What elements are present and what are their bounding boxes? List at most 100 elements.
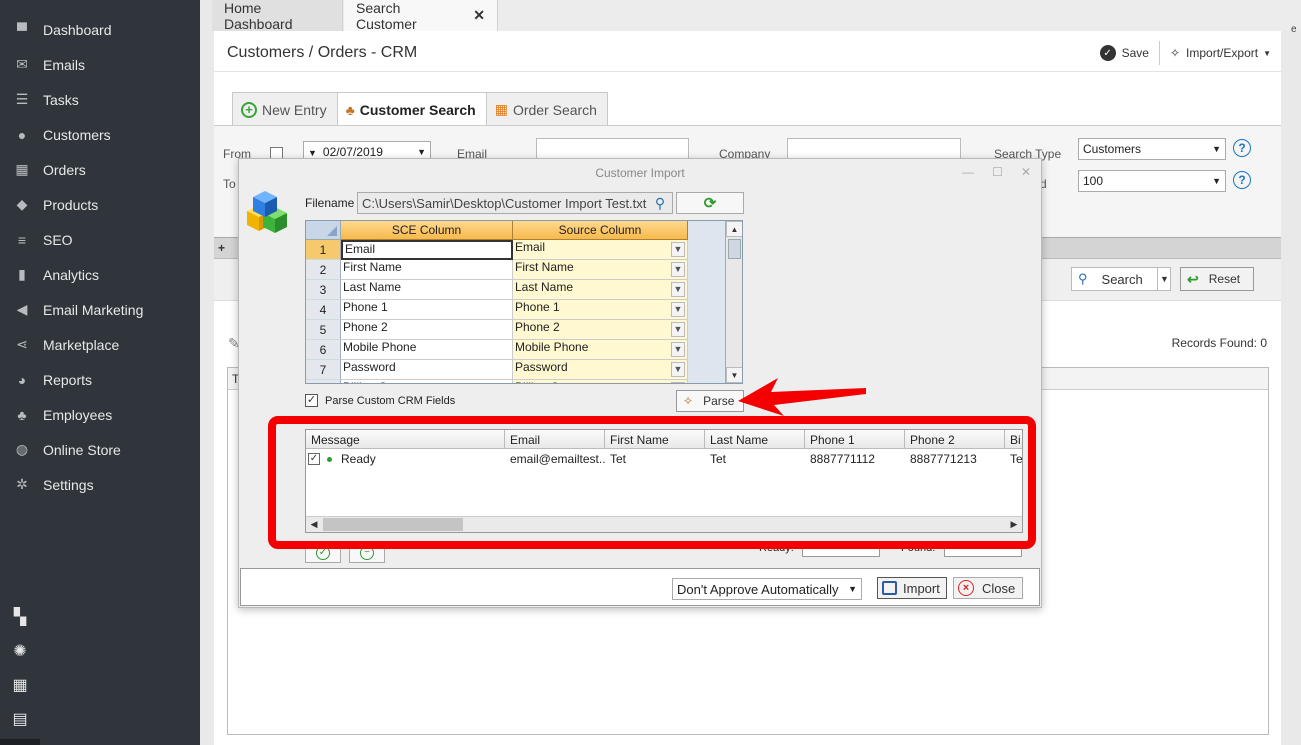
- sidebar-item-emails[interactable]: ✉ Emails: [0, 47, 200, 82]
- calendar-icon[interactable]: ▤: [0, 702, 40, 736]
- tab-home-dashboard[interactable]: Home Dashboard: [212, 0, 343, 32]
- source-column-cell[interactable]: Last Name ▼: [513, 280, 688, 300]
- close-circle-icon: ×: [958, 580, 974, 596]
- mapping-row[interactable]: 3 Last Name Last Name ▼: [306, 280, 688, 300]
- parse-custom-checkbox[interactable]: ✓: [305, 394, 318, 407]
- source-column-cell[interactable]: Password ▼: [513, 360, 688, 380]
- check-circle-icon: ✓: [1099, 45, 1116, 61]
- source-column-cell[interactable]: Phone 1 ▼: [513, 300, 688, 320]
- sce-column-cell[interactable]: Last Name: [341, 280, 513, 300]
- chevron-down-icon[interactable]: ▼: [671, 282, 685, 297]
- sidebar-item-products[interactable]: ◆ Products: [0, 187, 200, 222]
- mapping-row[interactable]: 5 Phone 2 Phone 2 ▼: [306, 320, 688, 340]
- close-icon[interactable]: ✕: [1021, 165, 1031, 179]
- row-number: 8: [306, 380, 341, 383]
- mapping-row[interactable]: 4 Phone 1 Phone 1 ▼: [306, 300, 688, 320]
- mapping-row[interactable]: 8Billing CompanyBilling Company▼: [306, 380, 688, 383]
- subtab-label: Customer Search: [359, 101, 476, 118]
- browse-search-icon[interactable]: ⚲: [649, 193, 671, 213]
- import-export-button[interactable]: ✧ Import/Export ▼: [1162, 44, 1279, 62]
- source-column-cell[interactable]: First Name ▼: [513, 260, 688, 280]
- source-column-cell[interactable]: Phone 2 ▼: [513, 320, 688, 340]
- close-button[interactable]: × Close: [953, 577, 1023, 599]
- window-controls: — ☐ ✕: [962, 165, 1031, 179]
- expand-icon[interactable]: +: [218, 241, 225, 255]
- sidebar-item-reports[interactable]: ◕ Reports: [0, 362, 200, 397]
- mapping-row[interactable]: 2 First Name First Name ▼: [306, 260, 688, 280]
- subtab-customer-search[interactable]: ♣ Customer Search: [336, 92, 487, 126]
- import-button[interactable]: Import: [877, 577, 947, 599]
- source-column-cell[interactable]: Billing Company ▼: [513, 380, 688, 383]
- parse-button[interactable]: ✧ Parse: [676, 390, 744, 412]
- calculator-icon[interactable]: ▦: [0, 668, 40, 702]
- magic-wand-icon: ✧: [1169, 46, 1181, 60]
- search-icon: ⚲: [1078, 271, 1088, 286]
- source-column-cell[interactable]: Mobile Phone ▼: [513, 340, 688, 360]
- tab-search-customer[interactable]: Search Customer ✕: [344, 0, 498, 32]
- chevron-down-icon[interactable]: ▼: [671, 322, 685, 337]
- sce-column-cell[interactable]: Mobile Phone: [341, 340, 513, 360]
- save-label: Save: [1121, 46, 1149, 60]
- mapping-row[interactable]: 7 Password Password ▼: [306, 360, 688, 380]
- sidebar-item-analytics[interactable]: ▮ Analytics: [0, 257, 200, 292]
- sidebar-item-tasks[interactable]: ☰ Tasks: [0, 82, 200, 117]
- sidebar-item-online-store[interactable]: ◍ Online Store: [0, 432, 200, 467]
- subtab-order-search[interactable]: ▦ Order Search: [485, 92, 608, 126]
- email-field[interactable]: [536, 138, 689, 160]
- help-icon[interactable]: ?: [1233, 171, 1251, 189]
- import-label: Import: [903, 580, 940, 596]
- source-column-value: Billing Company: [515, 380, 602, 383]
- approve-mode-select[interactable]: Don't Approve Automatically ▼: [672, 578, 862, 600]
- reset-button[interactable]: ↩ Reset: [1180, 267, 1254, 291]
- sidebar-item-dashboard[interactable]: ▀ Dashboard: [0, 12, 200, 47]
- sidebar-item-employees[interactable]: ♣ Employees: [0, 397, 200, 432]
- sidebar-item-customers[interactable]: ● Customers: [0, 117, 200, 152]
- source-column-cell[interactable]: Email ▼: [513, 240, 688, 260]
- chevron-down-icon[interactable]: ▼: [671, 302, 685, 317]
- search-type-select[interactable]: Customers ▼: [1078, 138, 1226, 160]
- filename-field[interactable]: C:\Users\Samir\Desktop\Customer Import T…: [357, 192, 673, 214]
- chevron-down-icon[interactable]: ▼: [671, 382, 685, 383]
- chevron-down-icon[interactable]: ▼: [671, 342, 685, 357]
- source-column-value: Phone 1: [515, 300, 560, 314]
- mapping-row[interactable]: 6 Mobile Phone Mobile Phone ▼: [306, 340, 688, 360]
- refresh-button[interactable]: ⟳: [676, 192, 744, 214]
- search-button[interactable]: ⚲ Search: [1071, 267, 1171, 291]
- scrollbar-thumb[interactable]: [728, 239, 741, 259]
- chevron-down-icon[interactable]: ▼: [671, 362, 685, 377]
- sidebar-item-orders[interactable]: ▦ Orders: [0, 152, 200, 187]
- save-button[interactable]: ✓ Save: [1092, 43, 1157, 63]
- sidebar-item-label: Analytics: [43, 266, 100, 283]
- sidebar-item-label: Settings: [43, 476, 94, 493]
- column-header-source: Source Column: [513, 221, 688, 240]
- sce-column-cell[interactable]: Password: [341, 360, 513, 380]
- subtab-new-entry[interactable]: + New Entry: [232, 92, 338, 126]
- help-icon[interactable]: ?: [1233, 139, 1251, 157]
- sidebar-item-settings[interactable]: ✲ Settings: [0, 467, 200, 502]
- close-tab-icon[interactable]: ✕: [473, 7, 485, 24]
- search-type-value: Customers: [1083, 142, 1142, 156]
- layout-icon[interactable]: ▚: [0, 600, 40, 634]
- parse-custom-label: Parse Custom CRM Fields: [325, 395, 456, 407]
- sce-column-cell[interactable]: Phone 1: [341, 300, 513, 320]
- chevron-down-icon[interactable]: ▼: [671, 262, 685, 277]
- sidebar-item-email-marketing[interactable]: ◀ Email Marketing: [0, 292, 200, 327]
- sidebar-item-label: Emails: [43, 56, 86, 73]
- sce-column-cell[interactable]: Phone 2: [341, 320, 513, 340]
- chevron-down-icon[interactable]: ▼: [671, 242, 685, 257]
- maximize-icon[interactable]: ☐: [992, 165, 1003, 179]
- lightbulb-icon[interactable]: ✺: [0, 634, 40, 668]
- sce-column-cell[interactable]: Email: [341, 240, 513, 260]
- add-circle-icon: +: [241, 101, 257, 118]
- limit-select[interactable]: 100 ▼: [1078, 170, 1226, 192]
- scroll-up-icon[interactable]: ▲: [726, 221, 742, 237]
- mapping-scrollbar[interactable]: ▲ ▼: [725, 221, 742, 383]
- company-field[interactable]: [787, 138, 961, 160]
- sce-column-cell[interactable]: First Name: [341, 260, 513, 280]
- mapping-row[interactable]: 1 Email Email ▼: [306, 240, 688, 260]
- sidebar-item-marketplace[interactable]: ⋖ Marketplace: [0, 327, 200, 362]
- minimize-icon[interactable]: —: [962, 165, 974, 179]
- sce-column-cell[interactable]: Billing Company: [341, 380, 513, 383]
- search-dropdown-button[interactable]: ▼: [1157, 267, 1171, 291]
- sidebar-item-seo[interactable]: ≡ SEO: [0, 222, 200, 257]
